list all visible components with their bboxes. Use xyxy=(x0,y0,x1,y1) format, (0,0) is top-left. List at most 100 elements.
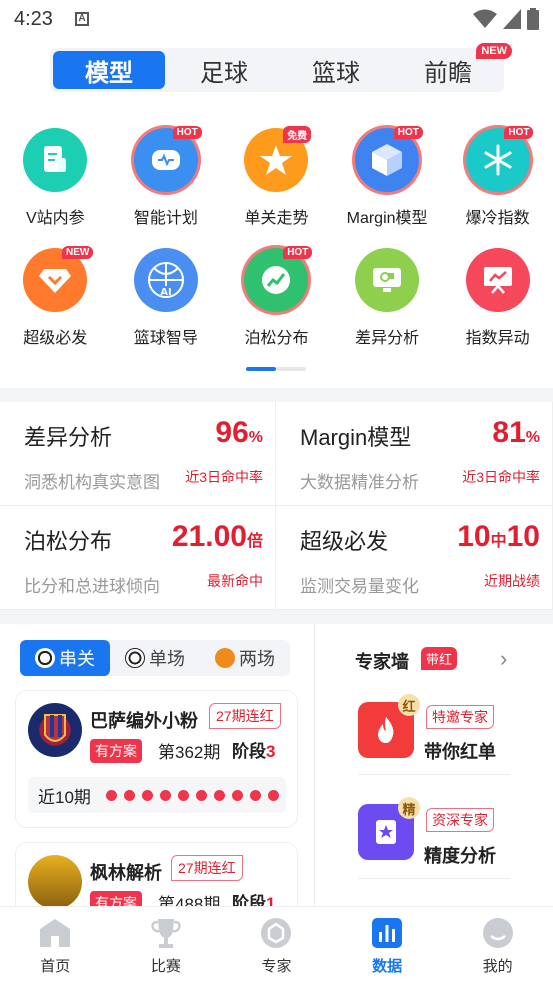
hot-badge: HOT xyxy=(283,246,313,259)
home-icon xyxy=(40,919,71,947)
grid-item-difference[interactable]: 差异分析 xyxy=(332,242,443,362)
football-icon xyxy=(35,648,55,668)
avatar xyxy=(28,855,82,909)
avatar xyxy=(28,703,82,757)
hot-badge: HOT xyxy=(393,126,423,139)
stat-number: 10 xyxy=(506,520,540,553)
streak-badge: 27期连红 xyxy=(209,703,281,729)
stat-number: 96 xyxy=(215,416,249,449)
tab-model[interactable]: 模型 xyxy=(53,51,165,89)
stat-number: 10 xyxy=(457,520,491,553)
grid-item-v-station[interactable]: V站内参 xyxy=(0,122,111,242)
page-indicator-active xyxy=(246,367,276,371)
grid-item-index-change[interactable]: 指数异动 xyxy=(442,242,553,362)
expert-mark: 红 xyxy=(398,694,420,716)
stat-unit: % xyxy=(248,429,263,446)
monitor-icon xyxy=(355,248,420,312)
chip-parlay[interactable]: 串关 xyxy=(20,640,110,676)
expert-tag: 特邀专家 xyxy=(426,705,494,729)
page-indicator-inactive xyxy=(276,367,306,371)
play-type-filter: 串关 单场 两场 xyxy=(20,640,290,676)
nav-home[interactable]: 首页 xyxy=(0,907,111,984)
divider xyxy=(358,878,510,879)
nav-match[interactable]: 比赛 xyxy=(111,907,222,984)
grid-item-label: 泊松分布 xyxy=(244,330,309,347)
nav-label: 我的 xyxy=(482,958,513,975)
nav-label: 首页 xyxy=(40,958,71,975)
tab-basketball[interactable]: 篮球 xyxy=(280,48,392,92)
stat-tag: 近3日命中率 xyxy=(462,469,540,485)
section-divider xyxy=(0,610,553,624)
stat-card-super-bifa[interactable]: 超级必发 10中10 监测交易量变化 近期战绩 xyxy=(276,506,553,610)
nav-data[interactable]: 数据 xyxy=(332,907,443,984)
expert-icon xyxy=(261,918,292,948)
profile-icon xyxy=(482,918,513,948)
expert-tag: 资深专家 xyxy=(426,808,494,832)
page-indicator xyxy=(246,367,306,371)
svg-text:AI: AI xyxy=(160,287,171,298)
expert-card[interactable]: 巴萨编外小粉 27期连红 有方案 第362期 阶段3 近10期 xyxy=(15,690,298,828)
streak-badge: 27期连红 xyxy=(171,855,243,881)
tab-football[interactable]: 足球 xyxy=(168,48,280,92)
battery-icon xyxy=(527,8,539,30)
stat-value: 96% xyxy=(215,416,263,450)
chip-single[interactable]: 单场 xyxy=(110,640,200,676)
hit-dot xyxy=(213,789,225,801)
nav-label: 比赛 xyxy=(150,958,181,975)
stat-card-margin[interactable]: Margin模型 81% 大数据精准分析 近3日命中率 xyxy=(276,402,553,506)
grid-item-super-bifa[interactable]: NEW 超级必发 xyxy=(0,242,111,362)
section-divider xyxy=(0,388,553,402)
chip-label: 串关 xyxy=(59,649,95,669)
grid-item-label: 爆冷指数 xyxy=(465,210,530,227)
grid-item-label: 篮球智导 xyxy=(133,330,198,347)
chevron-right-icon[interactable]: › xyxy=(500,646,507,672)
hit-dot xyxy=(123,789,135,801)
grid-item-label: 指数异动 xyxy=(465,330,530,347)
grid-item-smart-plan[interactable]: HOT 智能计划 xyxy=(111,122,222,242)
stage: 阶段3 xyxy=(232,737,275,762)
hot-badge: HOT xyxy=(172,126,202,139)
grid-item-single-trend[interactable]: 免费 单关走势 xyxy=(221,122,332,242)
grid-item-upset-index[interactable]: HOT 爆冷指数 xyxy=(442,122,553,242)
expert-mark: 精 xyxy=(398,797,420,819)
record-label: 近10期 xyxy=(38,787,91,807)
column-divider xyxy=(314,624,315,906)
hit-dot xyxy=(177,789,189,801)
hot-badge: HOT xyxy=(504,126,534,139)
nav-mine[interactable]: 我的 xyxy=(442,907,553,984)
tab-preview[interactable]: 前瞻 NEW xyxy=(392,43,512,92)
recent-record: 近10期 xyxy=(28,777,286,813)
chip-double[interactable]: 两场 xyxy=(200,640,290,676)
grid-item-poisson[interactable]: HOT 泊松分布 xyxy=(221,242,332,362)
stat-value: 81% xyxy=(492,416,540,450)
stat-tag: 近3日命中率 xyxy=(185,469,263,485)
expert-wall-title: 专家墙 xyxy=(355,652,409,672)
document-icon xyxy=(23,128,88,192)
wifi-icon xyxy=(473,9,497,28)
stat-tag: 最新命中 xyxy=(207,573,263,589)
feature-grid: V站内参 HOT 智能计划 免费 单关走势 HOT Margin模型 HOT 爆… xyxy=(0,122,553,362)
hit-dot xyxy=(159,789,171,801)
trophy-icon xyxy=(151,919,181,948)
hit-dot xyxy=(231,789,243,801)
hit-dot xyxy=(141,789,153,801)
grid-item-label: 智能计划 xyxy=(133,210,198,227)
stat-number: 81 xyxy=(492,416,526,449)
chip-label: 单场 xyxy=(149,649,185,669)
grid-item-label: V站内参 xyxy=(25,210,85,227)
presentation-icon xyxy=(465,248,530,312)
stage-number: 3 xyxy=(266,742,276,761)
expert-title: 带你红单 xyxy=(424,742,496,762)
grid-item-basketball-guide[interactable]: AI 篮球智导 xyxy=(111,242,222,362)
notification-a-icon: A xyxy=(74,12,89,26)
nav-label: 数据 xyxy=(372,958,403,975)
stat-card-difference[interactable]: 差异分析 96% 洞悉机构真实意图 近3日命中率 xyxy=(0,402,276,506)
status-time: 4:23 xyxy=(14,7,53,30)
stat-card-poisson[interactable]: 泊松分布 21.00倍 比分和总进球倾向 最新命中 xyxy=(0,506,276,610)
nav-expert[interactable]: 专家 xyxy=(221,907,332,984)
grid-item-margin-model[interactable]: HOT Margin模型 xyxy=(332,122,443,242)
chip-label: 两场 xyxy=(239,649,275,669)
expert-name: 枫林解析 xyxy=(90,863,162,883)
expert-wall-badge: 带红 xyxy=(421,647,458,670)
stage-label: 阶段 xyxy=(232,742,266,761)
